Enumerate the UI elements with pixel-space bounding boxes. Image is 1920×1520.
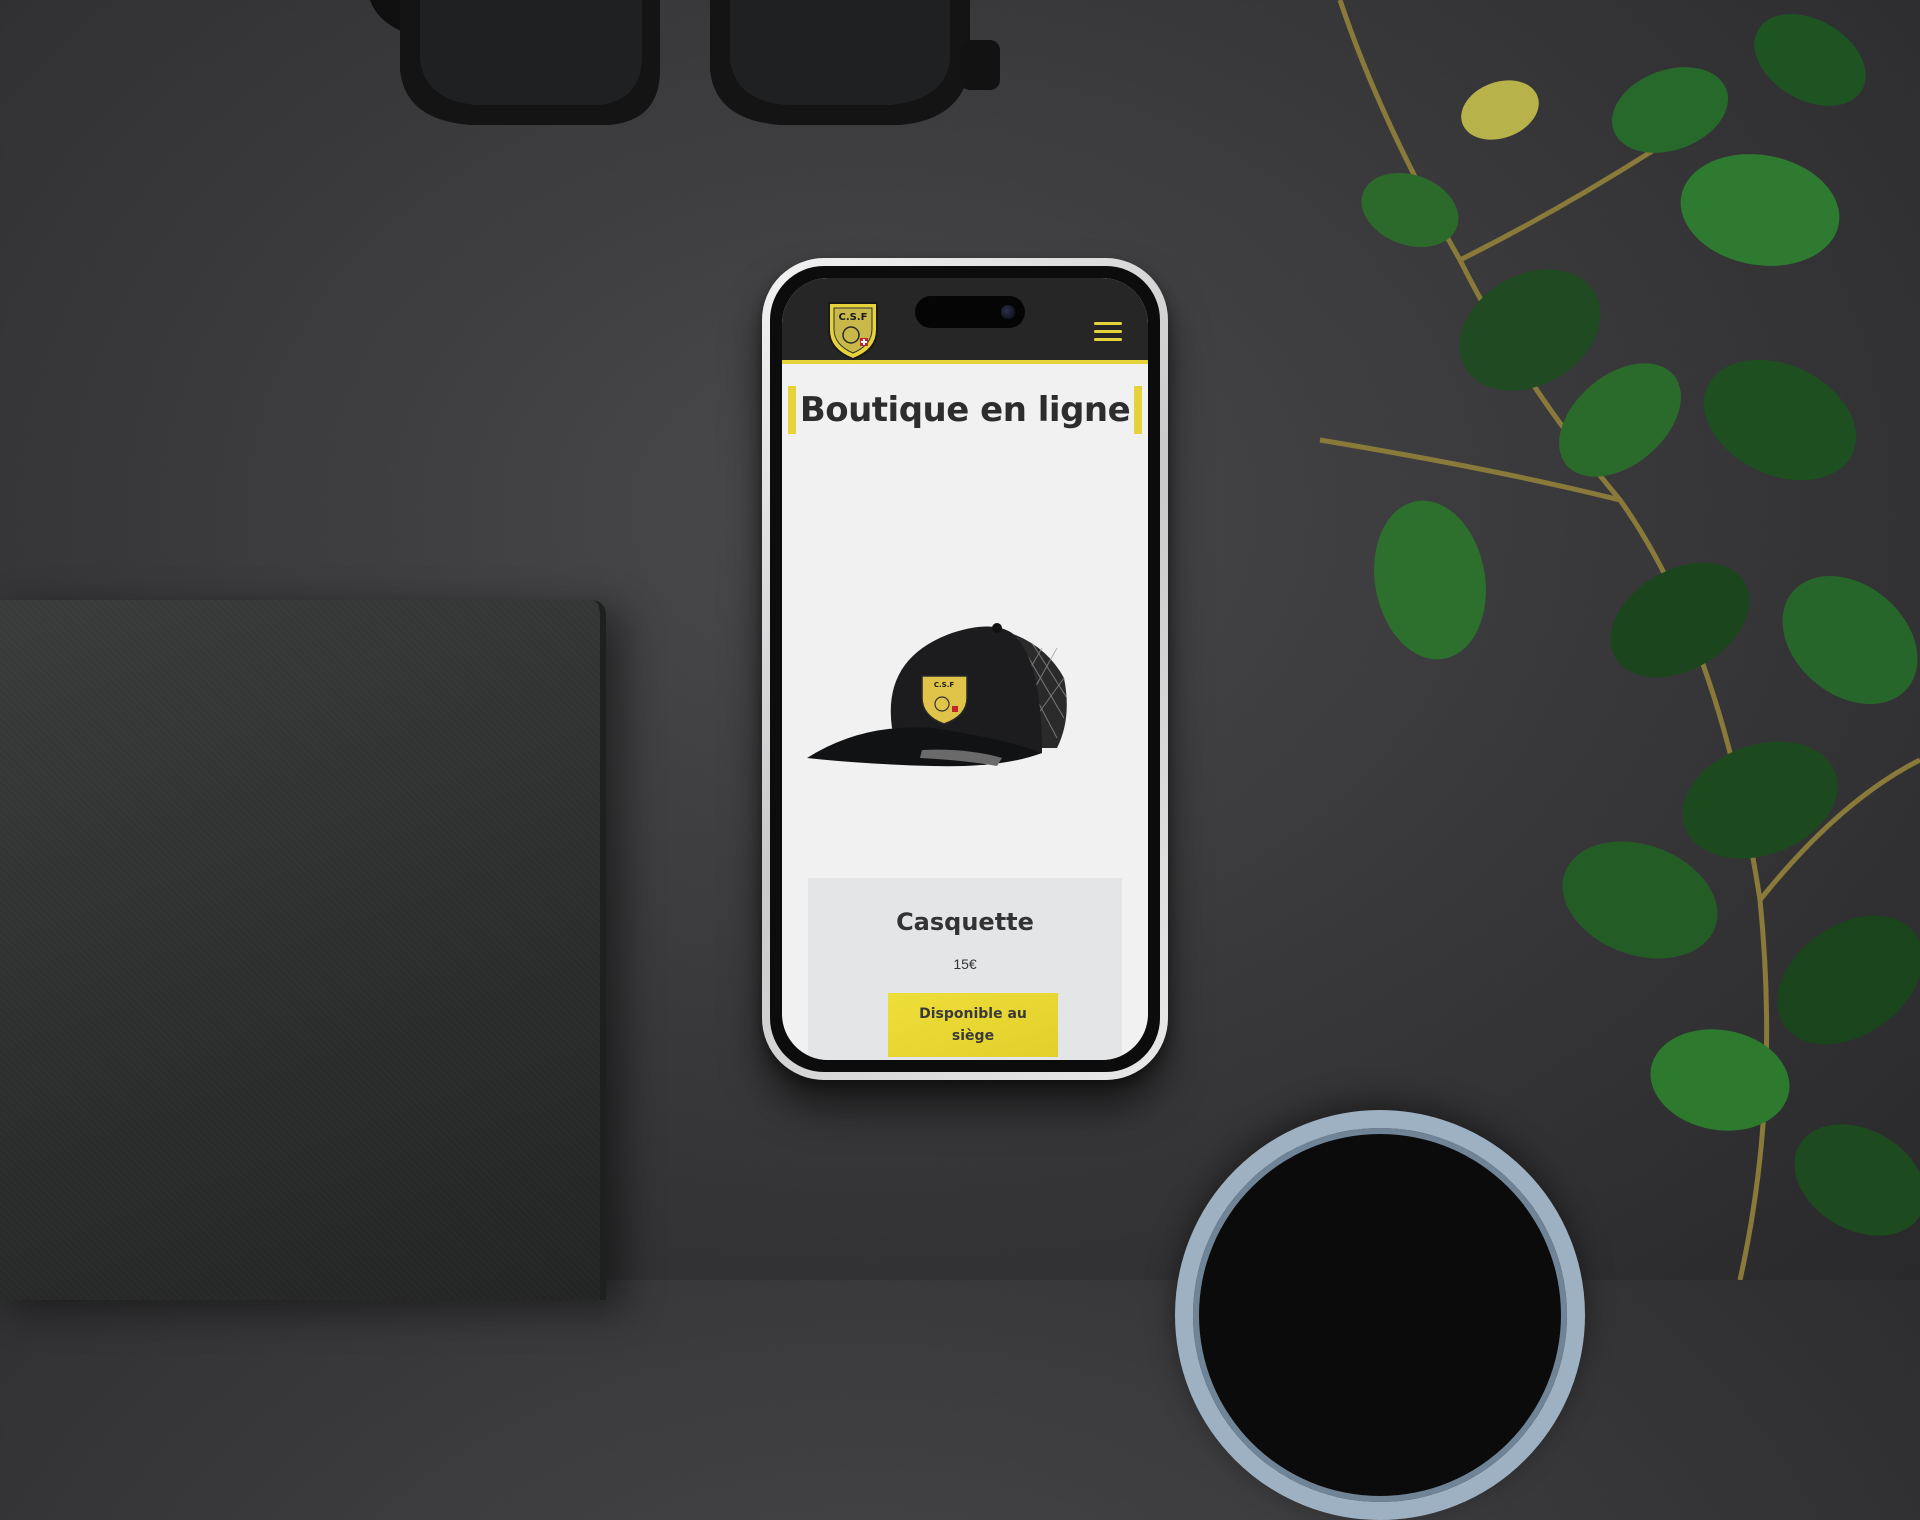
notebook-decoration [0,600,606,1300]
phone-bezel: C.S.F Boutique en ligne C.S.F Casquette … [770,266,1160,1072]
sunglasses-decoration [370,0,1000,125]
product-card[interactable]: Casquette 15€ Disponible au siège [808,878,1122,1060]
hamburger-menu-icon[interactable] [1094,322,1122,344]
phone-screen: C.S.F Boutique en ligne C.S.F Casquette … [782,278,1148,1060]
club-logo-icon[interactable]: C.S.F [826,300,880,362]
product-name: Casquette [896,908,1034,936]
page-title-block: Boutique en ligne [788,386,1142,434]
menu-line [1094,322,1122,325]
phone-frame: C.S.F Boutique en ligne C.S.F Casquette … [762,258,1168,1080]
cap-icon[interactable]: C.S.F [802,588,1122,788]
menu-line [1094,338,1122,341]
front-camera-icon [1001,305,1015,319]
availability-button[interactable]: Disponible au siège [888,993,1058,1057]
dynamic-island [915,296,1025,328]
plant-decoration [1319,0,1920,1280]
menu-line [1094,330,1122,333]
page-title: Boutique en ligne [799,390,1131,430]
svg-text:C.S.F: C.S.F [934,681,954,689]
product-price: 15€ [953,956,977,972]
svg-text:C.S.F: C.S.F [839,312,868,323]
